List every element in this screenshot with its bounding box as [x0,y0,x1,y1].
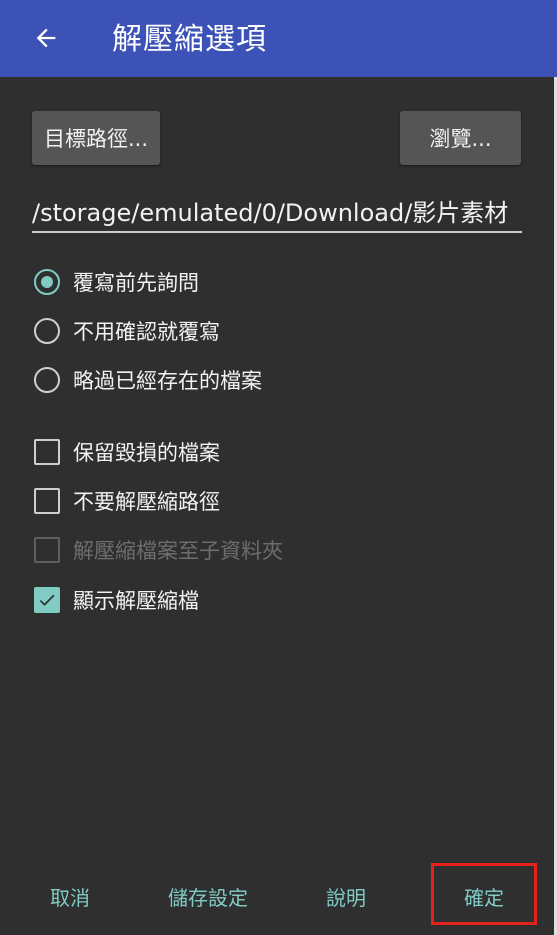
checkbox-extract-to-subfolder: 解壓縮檔案至子資料夾 [34,533,283,567]
destination-path-value: /storage/emulated/0/Download/影片素材 [32,199,509,227]
checkbox-label: 保留毀損的檔案 [73,441,220,465]
back-arrow-icon[interactable] [26,18,66,58]
radio-label: 覆寫前先詢問 [73,271,199,295]
radio-overwrite-without-prompt[interactable]: 不用確認就覆寫 [34,314,220,348]
radio-unselected-icon [34,367,60,393]
page-title: 解壓縮選項 [112,22,267,57]
radio-skip-existing[interactable]: 略過已經存在的檔案 [34,363,262,397]
path-field-underline [32,231,522,233]
checkmark-icon [39,594,55,606]
cancel-button[interactable]: 取消 [30,878,110,914]
radio-selected-icon [34,269,60,295]
target-path-button[interactable]: 目標路徑... [32,111,160,165]
arrow-left-icon [36,28,56,48]
app-bar: 解壓縮選項 [0,0,557,77]
checkbox-checked-icon [34,587,60,613]
browse-button[interactable]: 瀏覽... [400,111,521,165]
checkbox-label: 顯示解壓縮檔 [73,589,199,613]
checkbox-disabled-icon [34,537,60,563]
checkbox-unchecked-icon [34,488,60,514]
destination-path-field[interactable]: /storage/emulated/0/Download/影片素材 [32,193,522,229]
checkbox-show-extracted-files[interactable]: 顯示解壓縮檔 [34,583,199,617]
checkbox-do-not-extract-paths[interactable]: 不要解壓縮路徑 [34,484,220,518]
checkbox-keep-broken-files[interactable]: 保留毀損的檔案 [34,435,220,469]
radio-label: 不用確認就覆寫 [73,320,220,344]
radio-ask-before-overwrite[interactable]: 覆寫前先詢問 [34,265,199,299]
ok-button-highlight [431,863,537,925]
radio-label: 略過已經存在的檔案 [73,369,262,393]
checkbox-unchecked-icon [34,439,60,465]
save-settings-button[interactable]: 儲存設定 [158,878,258,914]
radio-unselected-icon [34,318,60,344]
checkbox-label: 解壓縮檔案至子資料夾 [73,539,283,563]
checkbox-label: 不要解壓縮路徑 [73,490,220,514]
help-button[interactable]: 說明 [306,878,386,914]
